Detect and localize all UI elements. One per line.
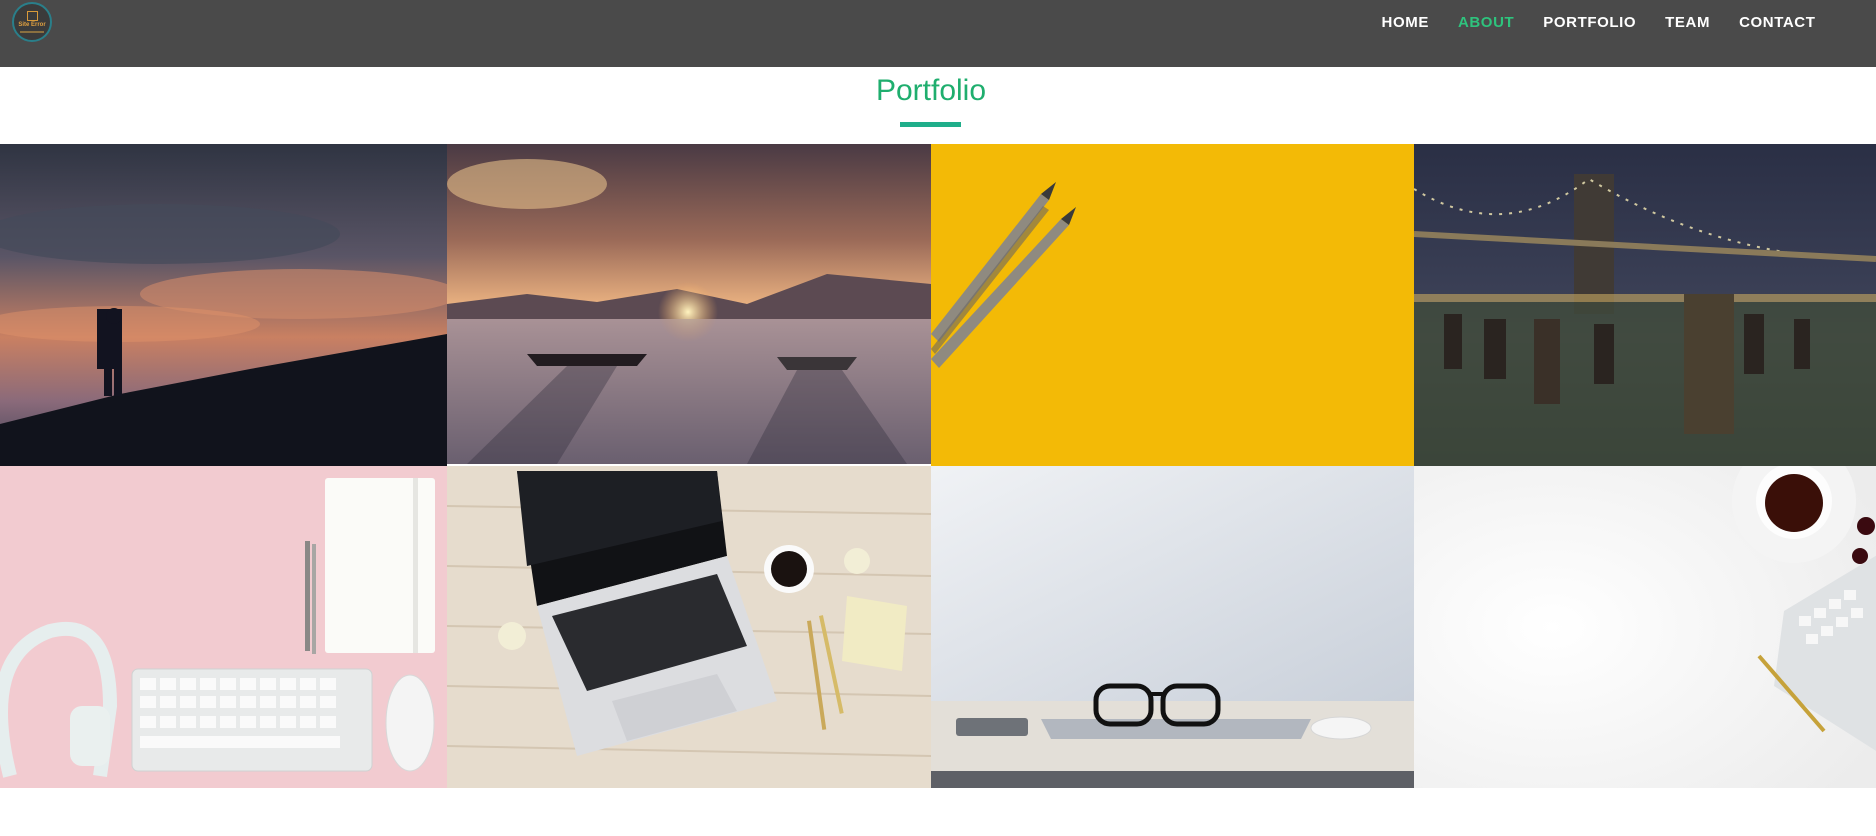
portfolio-image — [0, 144, 447, 466]
nav-item-contact[interactable]: CONTACT — [1725, 14, 1830, 31]
portfolio-image — [0, 466, 447, 788]
portfolio-image — [931, 466, 1414, 788]
logo-text: Site Error — [18, 22, 46, 28]
portfolio-item-glasses-laptop[interactable] — [931, 466, 1414, 788]
navbar: Site Error HOME ABOUT PORTFOLIO TEAM CON… — [0, 0, 1876, 67]
portfolio-item-frozen-lake-boats[interactable] — [447, 144, 931, 464]
portfolio-item-silhouette-sunset[interactable] — [0, 144, 447, 466]
title-underline — [900, 122, 961, 127]
logo-underline — [20, 31, 44, 33]
main-nav: HOME ABOUT PORTFOLIO TEAM CONTACT — [1367, 14, 1830, 31]
portfolio-image — [931, 144, 1414, 466]
portfolio-image — [447, 466, 931, 788]
portfolio-item-pencils-yellow[interactable] — [931, 144, 1414, 466]
nav-item-about[interactable]: ABOUT — [1443, 14, 1528, 31]
portfolio-item-laptop-wood[interactable] — [447, 466, 931, 788]
nav-item-portfolio[interactable]: PORTFOLIO — [1529, 14, 1651, 31]
portfolio-item-white-desk[interactable] — [1414, 466, 1876, 788]
nav-item-team[interactable]: TEAM — [1651, 14, 1725, 31]
nav-item-home[interactable]: HOME — [1367, 14, 1443, 31]
portfolio-item-pink-desk[interactable] — [0, 466, 447, 788]
section-title: Portfolio — [875, 74, 987, 107]
portfolio-image — [447, 144, 931, 464]
logo-mark-icon — [26, 11, 38, 21]
portfolio-image — [1414, 466, 1876, 788]
portfolio-image — [1414, 144, 1876, 466]
portfolio-item-bridge-night[interactable] — [1414, 144, 1876, 466]
site-logo[interactable]: Site Error — [12, 2, 52, 42]
